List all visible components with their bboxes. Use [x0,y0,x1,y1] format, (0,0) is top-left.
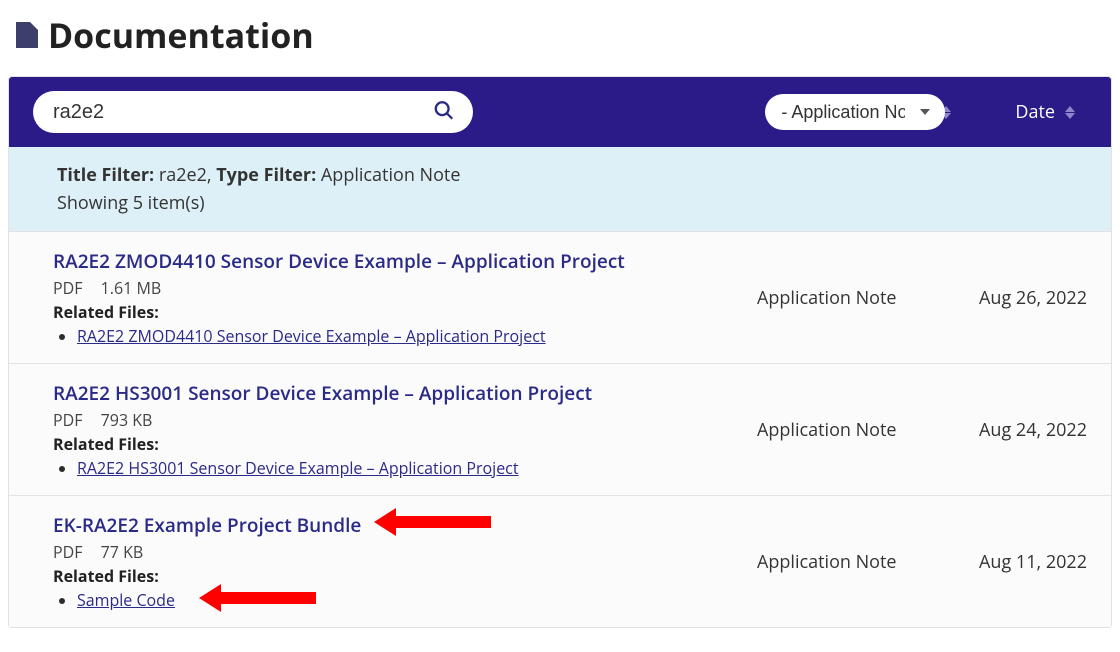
date-column-header[interactable]: Date [1015,100,1075,124]
type-filter-wrap: - Application No [765,94,951,130]
type-filter-label: Type Filter: [216,163,316,187]
related-files-label: Related Files: [53,565,757,587]
list-item: RA2E2 ZMOD4410 Sensor Device Example – A… [9,232,1111,364]
item-format: PDF [53,277,83,299]
related-file-link[interactable]: RA2E2 ZMOD4410 Sensor Device Example – A… [77,325,546,347]
item-meta: PDF 77 KB [53,541,757,563]
search-wrap [33,91,473,133]
item-format: PDF [53,541,83,563]
title-filter-value: ra2e2, [159,163,212,187]
related-files-list: Sample Code [53,589,757,611]
item-meta: PDF 793 KB [53,409,757,431]
date-label: Date [1015,100,1055,124]
sort-down-icon [1065,113,1075,119]
toolbar: - Application No Date [9,77,1111,147]
page-title: Documentation [48,12,314,58]
sort-up-icon [1065,106,1075,112]
document-icon [16,22,38,48]
search-input[interactable] [33,91,473,133]
search-icon [433,100,455,122]
page-header: Documentation [16,12,1112,58]
related-file-item: RA2E2 ZMOD4410 Sensor Device Example – A… [77,325,757,347]
item-date: Aug 24, 2022 [957,418,1087,442]
related-file-link[interactable]: RA2E2 HS3001 Sensor Device Example – App… [77,457,519,479]
item-size: 1.61 MB [101,277,162,299]
related-files-label: Related Files: [53,433,757,455]
item-size: 793 KB [101,409,153,431]
related-file-item: RA2E2 HS3001 Sensor Device Example – App… [77,457,757,479]
related-files-list: RA2E2 ZMOD4410 Sensor Device Example – A… [53,325,757,347]
showing-count: Showing 5 item(s) [57,191,1063,215]
related-files-list: RA2E2 HS3001 Sensor Device Example – App… [53,457,757,479]
item-size: 77 KB [101,541,144,563]
item-format: PDF [53,409,83,431]
item-type: Application Note [757,418,957,442]
related-files-label: Related Files: [53,301,757,323]
related-file-item: Sample Code [77,589,757,611]
search-button[interactable] [429,96,459,129]
related-file-link[interactable]: Sample Code [77,589,175,611]
type-filter-dropdown[interactable]: - Application No [765,94,945,130]
title-filter-label: Title Filter: [57,163,154,187]
item-date: Aug 11, 2022 [957,550,1087,574]
list-item: RA2E2 HS3001 Sensor Device Example – App… [9,364,1111,496]
documentation-panel: - Application No Date Titl [8,76,1112,628]
date-sort-toggle[interactable] [1065,106,1075,119]
item-title-link[interactable]: RA2E2 HS3001 Sensor Device Example – App… [53,380,592,406]
item-type: Application Note [757,286,957,310]
type-filter-value: Application Note [321,163,461,187]
item-title-link[interactable]: RA2E2 ZMOD4410 Sensor Device Example – A… [53,248,625,274]
item-meta: PDF 1.61 MB [53,277,757,299]
item-type: Application Note [757,550,957,574]
filter-banner: Title Filter: ra2e2, Type Filter: Applic… [9,147,1111,232]
item-date: Aug 26, 2022 [957,286,1087,310]
item-title-link[interactable]: EK-RA2E2 Example Project Bundle [53,512,361,538]
list-item: EK-RA2E2 Example Project Bundle PDF 77 K… [9,496,1111,627]
